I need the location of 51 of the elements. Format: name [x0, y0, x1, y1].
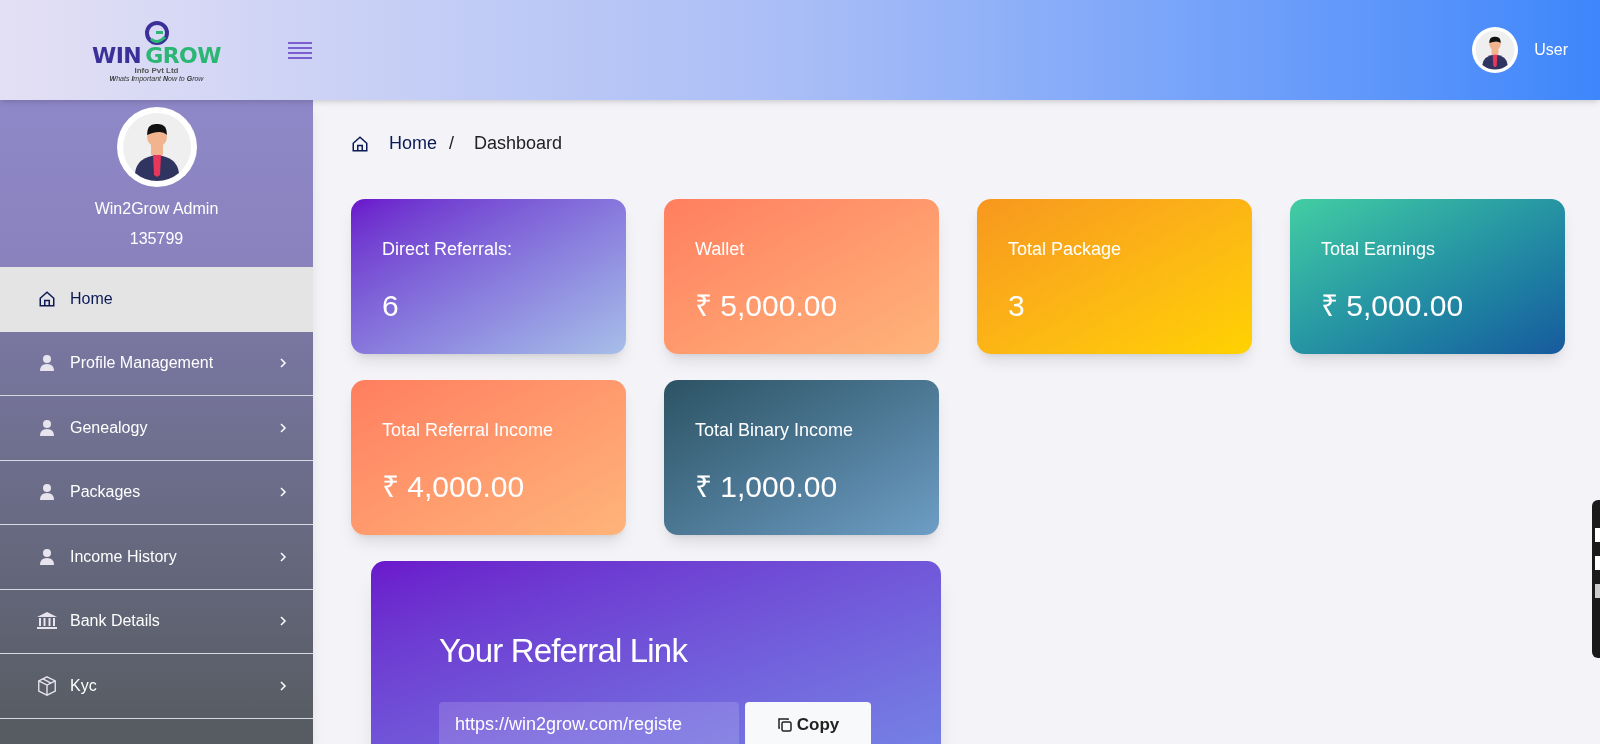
user-avatar	[1472, 27, 1519, 73]
sidebar-item[interactable]: Profile Management	[0, 331, 313, 396]
sidebar-item[interactable]: Home	[0, 267, 313, 332]
home-icon	[38, 290, 56, 309]
stat-card-title: Total Binary Income	[695, 419, 855, 442]
profile-name: Win2Grow Admin	[94, 199, 219, 219]
stat-card-title: Total Earnings	[1321, 238, 1437, 261]
home-icon	[351, 134, 369, 153]
sidebar-item[interactable]: Income History	[0, 525, 313, 590]
stat-card-value: 3	[1008, 288, 1026, 324]
sidebar-item[interactable]: Kyc	[0, 654, 313, 719]
bank-icon	[36, 611, 58, 632]
stat-card-value: ₹ 4,000.00	[382, 469, 526, 505]
logo-company: Info Pvt Ltd	[134, 66, 179, 75]
menu-icon[interactable]	[288, 41, 312, 59]
sidebar-item-label: Home	[70, 289, 113, 310]
user-icon	[39, 418, 55, 437]
user-icon	[39, 547, 55, 566]
breadcrumb-current: Dashboard	[474, 132, 563, 155]
stat-card-title: Total Package	[1008, 238, 1123, 261]
referral-title: Your Referral Link	[439, 631, 689, 671]
user-icon	[39, 354, 55, 373]
breadcrumb-separator: /	[449, 132, 455, 155]
sidebar-item-label: Profile Management	[70, 353, 214, 374]
logo-wordmark-left: WIN	[92, 44, 142, 67]
copy-icon	[776, 716, 793, 733]
sidebar-item-label: Kyc	[70, 675, 97, 696]
stat-card-title: Wallet	[695, 238, 746, 261]
sidebar-item[interactable]: Genealogy	[0, 396, 313, 461]
sidebar-item[interactable]: Bank Details	[0, 589, 313, 654]
breadcrumb-link[interactable]: Home	[389, 130, 437, 157]
sidebar-item-label: Income History	[70, 546, 177, 567]
stat-card-title: Total Referral Income	[382, 419, 555, 442]
floating-toolbar[interactable]	[1592, 500, 1600, 658]
box-icon	[36, 674, 58, 697]
stat-card-value: ₹ 5,000.00	[1321, 288, 1465, 324]
copy-button[interactable]: Copy	[745, 701, 871, 744]
user-icon	[39, 483, 55, 502]
stat-card-title: Direct Referrals:	[382, 238, 514, 261]
user-label[interactable]: User	[1534, 38, 1568, 62]
profile-id: 135799	[129, 229, 184, 249]
sidebar-item-label: Genealogy	[70, 417, 148, 438]
stat-card-value: ₹ 5,000.00	[695, 288, 839, 324]
sidebar-item[interactable]: Packages	[0, 460, 313, 525]
referral-link-field[interactable]: https://win2grow.com/registe	[439, 701, 739, 744]
stat-card-value: 6	[382, 288, 400, 324]
sidebar-item-label: Packages	[70, 482, 141, 503]
stat-card-value: ₹ 1,000.00	[695, 469, 839, 505]
logo-emblem-icon	[142, 18, 171, 45]
sidebar-item-label: Bank Details	[70, 611, 160, 632]
logo-wordmark-right: GROW	[145, 44, 221, 67]
